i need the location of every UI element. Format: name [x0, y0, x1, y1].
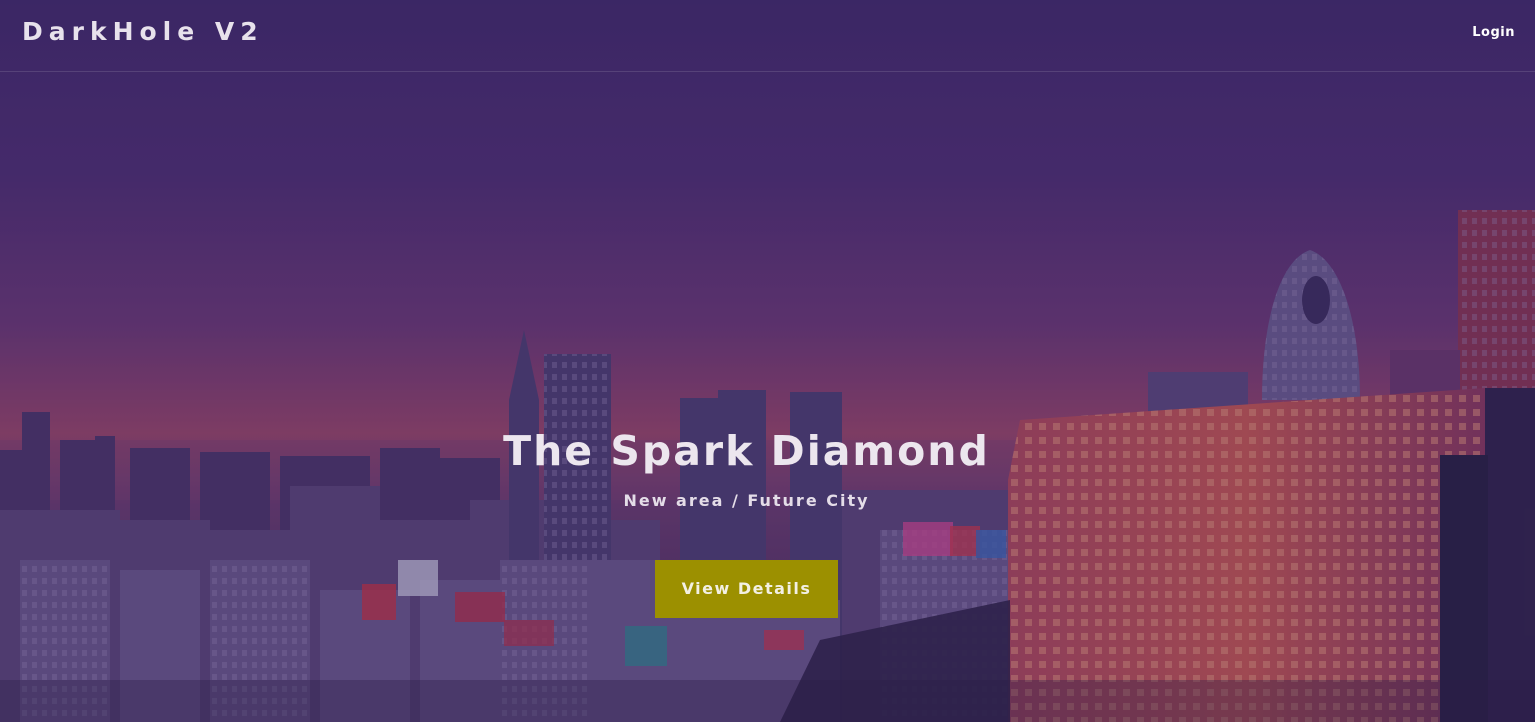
hero-content: The Spark Diamond New area / Future City… [0, 424, 1493, 618]
login-link[interactable]: Login [1472, 25, 1515, 40]
brand-logo-link[interactable]: DarkHole V2 [22, 17, 264, 46]
hero-subtitle: New area / Future City [623, 491, 870, 510]
top-navbar: DarkHole V2 Login [0, 0, 1535, 72]
view-details-button[interactable]: View Details [655, 560, 838, 618]
hero-title: The Spark Diamond [503, 427, 990, 475]
hero-section: DarkHole V2 Login The Spark Diamond New … [0, 0, 1535, 722]
